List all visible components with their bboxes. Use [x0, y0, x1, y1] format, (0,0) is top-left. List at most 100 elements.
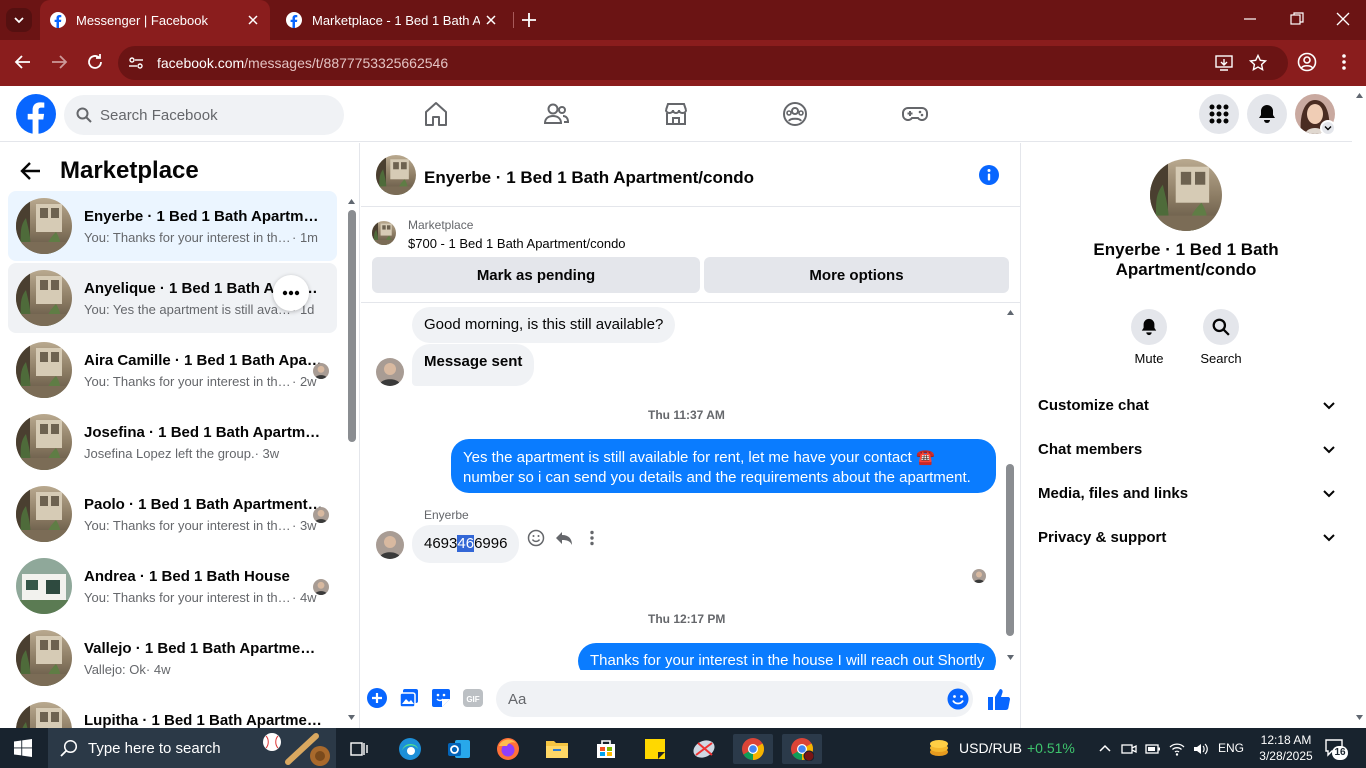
conversation-options-button[interactable]: [273, 275, 309, 311]
message-bubble-incoming[interactable]: Message sent: [412, 344, 535, 386]
section-privacy-support[interactable]: Privacy & support: [1038, 515, 1336, 559]
facebook-search-input[interactable]: [100, 95, 336, 135]
close-tab-icon[interactable]: [486, 15, 496, 25]
task-view-button[interactable]: [340, 734, 380, 764]
conversation-item[interactable]: Andrea · 1 Bed 1 Bath House You: Thanks …: [8, 551, 337, 621]
site-info-icon[interactable]: [128, 55, 144, 71]
volume-icon[interactable]: [1193, 741, 1209, 757]
listing-price[interactable]: $700 - 1 Bed 1 Bath Apartment/condo: [408, 236, 626, 251]
more-options-button[interactable]: More options: [704, 257, 1009, 293]
account-chevron[interactable]: [1320, 120, 1336, 136]
restore-icon[interactable]: [1290, 12, 1304, 26]
chevron-up-icon[interactable]: [1098, 741, 1112, 755]
taskbar-firefox[interactable]: [488, 734, 528, 764]
taskbar-clock[interactable]: 12:18 AM 3/28/2025: [1256, 732, 1316, 764]
reply-icon[interactable]: [555, 529, 573, 547]
scroll-down-icon[interactable]: [347, 714, 356, 721]
back-arrow-icon[interactable]: [20, 161, 42, 181]
conversation-item[interactable]: Enyerbe · 1 Bed 1 Bath Apartment/condo Y…: [8, 191, 337, 261]
ticker-change[interactable]: +0.51%: [1027, 740, 1075, 756]
emoji-icon[interactable]: [947, 688, 969, 710]
conversation-item[interactable]: Anyelique · 1 Bed 1 Bath Apartment/condo…: [8, 263, 337, 333]
install-app-icon[interactable]: [1215, 54, 1233, 72]
conversation-list-scrollbar[interactable]: [347, 198, 356, 728]
menu-button[interactable]: [1199, 94, 1239, 134]
wifi-icon[interactable]: [1169, 741, 1185, 757]
facebook-logo-icon[interactable]: [16, 94, 56, 134]
taskbar-chrome[interactable]: [733, 734, 773, 764]
notification-center-button[interactable]: 16: [1324, 738, 1348, 760]
mute-circle[interactable]: [1131, 309, 1167, 345]
forward-icon[interactable]: [50, 53, 68, 71]
tab-marketplace[interactable]: Marketplace - 1 Bed 1 Bath Apartment/con…: [276, 0, 508, 40]
scroll-down-icon[interactable]: [1006, 654, 1015, 661]
mark-as-pending-button[interactable]: Mark as pending: [372, 257, 700, 293]
more-vertical-icon[interactable]: [583, 529, 601, 547]
conversation-item[interactable]: Paolo · 1 Bed 1 Bath Apartment/condo You…: [8, 479, 337, 549]
taskbar-snipping-tool[interactable]: [684, 734, 724, 764]
taskbar-store[interactable]: [586, 734, 626, 764]
thumbs-up-icon[interactable]: [987, 687, 1011, 711]
chat-avatar[interactable]: [376, 155, 416, 195]
message-bubble-outgoing[interactable]: Thanks for your interest in the house I …: [578, 643, 996, 670]
react-emoji-icon[interactable]: [527, 529, 545, 547]
tab-messenger[interactable]: Messenger | Facebook: [40, 0, 270, 40]
minimize-icon[interactable]: [1243, 12, 1257, 26]
search-circle[interactable]: [1203, 309, 1239, 345]
home-icon[interactable]: [424, 101, 448, 127]
photo-icon[interactable]: [399, 688, 419, 708]
scrollbar-thumb[interactable]: [1006, 464, 1014, 636]
message-input[interactable]: [508, 681, 928, 717]
chat-title[interactable]: Enyerbe · 1 Bed 1 Bath Apartment/condo: [424, 168, 754, 188]
mute-button[interactable]: Mute: [1119, 309, 1179, 366]
profile-icon[interactable]: [1297, 52, 1317, 72]
section-media-files-links[interactable]: Media, files and links: [1038, 471, 1336, 515]
taskbar-chrome-profile[interactable]: [782, 734, 822, 764]
info-icon[interactable]: [978, 164, 1000, 186]
taskbar-sticky-notes[interactable]: [635, 734, 675, 764]
message-input-wrapper[interactable]: [496, 681, 973, 717]
chat-scrollbar[interactable]: [1004, 304, 1016, 664]
close-window-icon[interactable]: [1336, 12, 1350, 26]
scroll-down-icon[interactable]: [1355, 714, 1364, 721]
sticker-icon[interactable]: [431, 688, 451, 708]
new-tab-icon[interactable]: [520, 11, 538, 29]
scroll-up-icon[interactable]: [347, 198, 356, 205]
input-language[interactable]: ENG: [1218, 741, 1244, 755]
back-icon[interactable]: [14, 53, 32, 71]
section-customize-chat[interactable]: Customize chat: [1038, 383, 1336, 427]
bookmark-star-icon[interactable]: [1249, 54, 1267, 72]
gif-icon[interactable]: GIF: [463, 688, 483, 708]
scroll-up-icon[interactable]: [1006, 309, 1015, 316]
scroll-up-icon[interactable]: [1355, 92, 1364, 99]
taskbar-search[interactable]: Type here to search: [48, 728, 336, 768]
conversation-item[interactable]: Aira Camille · 1 Bed 1 Bath Apartment/co…: [8, 335, 337, 405]
conversation-item[interactable]: Josefina · 1 Bed 1 Bath Apartment/condo …: [8, 407, 337, 477]
groups-icon[interactable]: [782, 101, 808, 127]
camera-icon[interactable]: [1121, 741, 1137, 757]
message-bubble-incoming[interactable]: 4693466996: [412, 525, 520, 563]
facebook-search[interactable]: [64, 95, 344, 135]
close-tab-icon[interactable]: [248, 15, 258, 25]
section-chat-members[interactable]: Chat members: [1038, 427, 1336, 471]
conversation-item[interactable]: Lupitha · 1 Bed 1 Bath Apartment/condo: [8, 695, 337, 728]
ticker-label[interactable]: USD/RUB: [959, 740, 1022, 756]
message-bubble-incoming[interactable]: Good morning, is this still available?: [412, 307, 676, 343]
address-bar[interactable]: facebook.com/messages/t/8877753325662546: [118, 46, 1288, 80]
notifications-button[interactable]: [1247, 94, 1287, 134]
chat-profile-photo[interactable]: [1150, 159, 1222, 231]
friends-icon[interactable]: [543, 101, 569, 127]
taskbar-outlook[interactable]: [439, 734, 479, 764]
tab-search-button[interactable]: [6, 8, 32, 32]
battery-icon[interactable]: [1145, 741, 1161, 757]
gaming-icon[interactable]: [902, 101, 928, 127]
message-bubble-outgoing[interactable]: Yes the apartment is still available for…: [451, 439, 996, 493]
marketplace-icon[interactable]: [663, 101, 689, 127]
kebab-menu-icon[interactable]: [1336, 52, 1352, 72]
windows-start-icon[interactable]: [14, 739, 32, 757]
scrollbar-thumb[interactable]: [348, 210, 356, 442]
plus-icon[interactable]: [367, 688, 387, 708]
reload-icon[interactable]: [86, 53, 104, 71]
page-scrollbar[interactable]: [1352, 86, 1366, 728]
taskbar-edge[interactable]: [390, 734, 430, 764]
